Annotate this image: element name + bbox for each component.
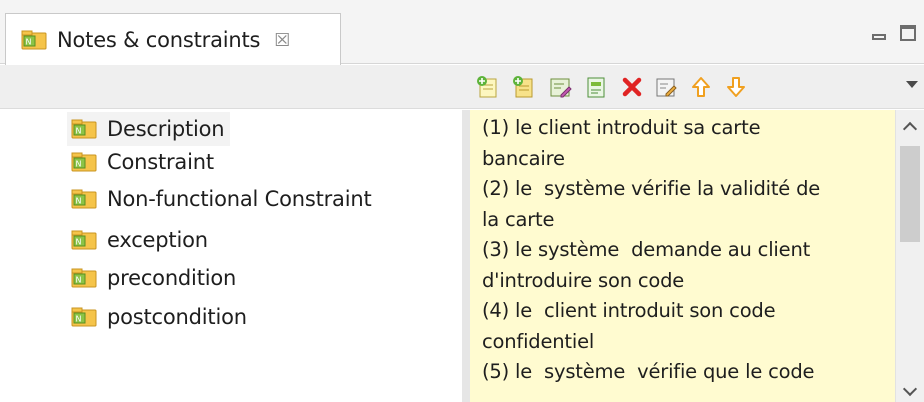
- edit-note-icon[interactable]: [545, 72, 575, 102]
- tab-notes-constraints[interactable]: N Notes & constraints ☒: [5, 13, 341, 65]
- maximize-icon[interactable]: [900, 25, 916, 41]
- tree-item-exception[interactable]: N exception: [67, 223, 214, 257]
- notes-folder-icon: N: [71, 230, 97, 250]
- svg-text:N: N: [76, 197, 82, 206]
- notes-folder-icon: N: [71, 189, 97, 209]
- view-menu-icon[interactable]: [906, 81, 918, 88]
- vertical-scrollbar[interactable]: [895, 110, 924, 402]
- notes-folder-icon: N: [71, 119, 97, 139]
- tree-item-label: exception: [107, 228, 208, 252]
- tab-title: Notes & constraints: [57, 27, 261, 52]
- tree-item-label: Constraint: [107, 150, 214, 174]
- tree-item-description[interactable]: N Description: [67, 112, 231, 146]
- add-note-icon[interactable]: [473, 72, 503, 102]
- pane-divider[interactable]: [462, 110, 470, 402]
- edit-properties-icon[interactable]: [651, 72, 681, 102]
- close-icon[interactable]: ☒: [274, 30, 290, 51]
- add-constraint-icon[interactable]: [509, 72, 539, 102]
- move-up-icon[interactable]: [686, 72, 716, 102]
- scroll-down-icon[interactable]: [902, 381, 918, 397]
- minimize-icon[interactable]: [872, 34, 886, 40]
- category-tree: N Description N Constraint N Non-functio…: [0, 110, 462, 402]
- delete-icon[interactable]: [617, 72, 647, 102]
- toolbar: [0, 65, 924, 109]
- svg-text:N: N: [76, 276, 82, 285]
- tree-item-non-functional-constraint[interactable]: N Non-functional Constraint: [67, 182, 377, 216]
- note-text-area[interactable]: (1) le client introduit sa carte bancair…: [470, 110, 895, 402]
- svg-text:N: N: [76, 315, 82, 324]
- scroll-up-icon[interactable]: [902, 121, 918, 137]
- scroll-thumb[interactable]: [900, 146, 920, 242]
- tree-item-label: Non-functional Constraint: [107, 187, 372, 211]
- notes-folder-icon: N: [21, 30, 47, 50]
- svg-text:N: N: [76, 160, 82, 169]
- tree-item-label: Description: [107, 117, 225, 141]
- notes-folder-icon: N: [71, 152, 97, 172]
- move-down-icon[interactable]: [721, 72, 751, 102]
- tree-item-label: precondition: [107, 266, 237, 290]
- notes-folder-icon: N: [71, 268, 97, 288]
- new-category-icon[interactable]: [581, 72, 611, 102]
- svg-text:N: N: [26, 37, 32, 46]
- tree-item-postcondition[interactable]: N postcondition: [67, 300, 253, 334]
- tree-item-constraint[interactable]: N Constraint: [67, 145, 220, 179]
- tree-item-label: postcondition: [107, 305, 247, 329]
- note-text[interactable]: (1) le client introduit sa carte bancair…: [470, 110, 895, 388]
- svg-text:N: N: [76, 238, 82, 247]
- notes-folder-icon: N: [71, 307, 97, 327]
- svg-text:N: N: [76, 127, 82, 136]
- tab-strip: N Notes & constraints ☒: [0, 0, 924, 65]
- tree-item-precondition[interactable]: N precondition: [67, 261, 242, 295]
